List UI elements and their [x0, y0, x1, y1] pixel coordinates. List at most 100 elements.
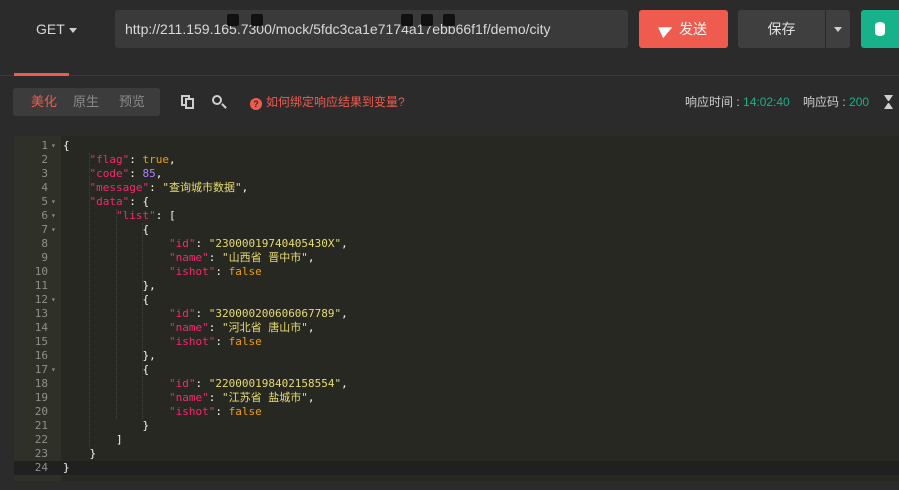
line-number: 18: [34, 377, 48, 390]
code-token: ,: [155, 167, 163, 180]
code-text: "name": "河北省 唐山市",: [63, 321, 315, 335]
redaction-mark: [421, 14, 433, 26]
response-time: 响应时间 : 14:02:40: [685, 94, 790, 110]
code-line: 3 "code": 85,: [14, 167, 899, 181]
fold-toggle-icon[interactable]: ▾: [51, 139, 56, 153]
code-line: 2 "flag": true,: [14, 153, 899, 167]
code-token: "data": [89, 195, 130, 208]
paper-plane-icon: [658, 22, 675, 39]
help-text: 如何绑定响应结果到变量?: [266, 95, 405, 109]
code-token: ,: [169, 153, 176, 166]
method-label: GET: [36, 21, 65, 37]
view-mode-switch: 美化 原生 预览: [13, 88, 160, 116]
code-text: {: [63, 139, 70, 153]
line-number: 15: [34, 335, 48, 348]
code-token: 85: [142, 167, 156, 180]
line-number: 3: [41, 167, 48, 180]
response-editor[interactable]: 1 ▾{2 "flag": true, 3 "code": 85, 4 "messag…: [14, 136, 899, 481]
view-mode-raw[interactable]: 原生: [65, 88, 107, 116]
line-number: 2: [41, 153, 48, 166]
line-number: 11: [34, 279, 48, 292]
question-icon: ?: [250, 98, 262, 110]
code-token: "江苏省 盐城市": [221, 391, 308, 404]
hourglass-top: [884, 95, 893, 101]
code-line: 15 "ishot": false: [14, 335, 899, 349]
code-line: 10 "ishot": false: [14, 265, 899, 279]
code-line: 13 "id": "320000200606067789",: [14, 307, 899, 321]
code-text: },: [63, 279, 155, 293]
code-token: :: [215, 405, 229, 418]
code-line: 7 ▾ {: [14, 223, 899, 237]
fold-toggle-icon[interactable]: ▾: [51, 293, 56, 307]
view-mode-preview[interactable]: 预览: [107, 88, 157, 116]
redaction-mark: [227, 14, 239, 26]
redaction-mark: [401, 14, 413, 26]
fold-toggle-icon[interactable]: ▾: [51, 223, 56, 237]
save-dropdown-button[interactable]: [826, 10, 850, 48]
line-number: 9: [41, 251, 48, 264]
chevron-down-icon: [68, 27, 77, 33]
line-number: 1: [41, 139, 48, 152]
code-token: :: [195, 237, 209, 250]
code-token: false: [228, 335, 262, 348]
response-code-label: 响应码 :: [803, 95, 850, 109]
code-text: "id": "320000200606067789",: [63, 307, 348, 321]
fold-toggle-icon[interactable]: ▾: [51, 363, 56, 377]
code-line: 1 ▾ {: [14, 139, 899, 153]
code-text: "name": "山西省 晋中市",: [63, 251, 315, 265]
database-button[interactable]: [861, 10, 899, 48]
fold-toggle-icon[interactable]: ▾: [51, 209, 56, 223]
save-button[interactable]: 保存: [738, 10, 825, 48]
fold-toggle-icon[interactable]: ▾: [51, 195, 56, 209]
code-token: "flag": [89, 153, 130, 166]
code-text: {: [63, 363, 149, 377]
hourglass-bottom: [884, 103, 893, 109]
code-token: :: [208, 321, 222, 334]
search-icon[interactable]: [211, 94, 227, 110]
code-token: "list": [115, 209, 156, 222]
copy-icon[interactable]: [181, 95, 195, 109]
response-time-label: 响应时间 :: [685, 95, 744, 109]
code-line: 22 ]: [14, 433, 899, 447]
code-token: }: [63, 447, 97, 460]
code-line: 14 "name": "河北省 唐山市",: [14, 321, 899, 335]
code-token: ,: [341, 307, 348, 320]
code-line: 5 ▾ "data": {: [14, 195, 899, 209]
bind-variables-help-link[interactable]: ? 如何绑定响应结果到变量?: [250, 94, 405, 110]
method-select[interactable]: GET: [36, 12, 98, 46]
hourglass-icon: [884, 95, 893, 109]
active-tab-indicator: [14, 73, 69, 76]
code-token: :: [149, 181, 163, 194]
code-text: },: [63, 349, 155, 363]
code-line: 19 "name": "江苏省 盐城市",: [14, 391, 899, 405]
line-number: 19: [34, 391, 48, 404]
code-text: "id": "220000198402158554",: [63, 377, 348, 391]
line-number: 4: [41, 181, 48, 194]
code-line: 21 }: [14, 419, 899, 433]
code-token: :: [129, 167, 143, 180]
code-token: "220000198402158554": [208, 377, 342, 390]
code-token: }: [63, 419, 150, 432]
code-text: }: [63, 461, 70, 475]
code-line: 17 ▾ {: [14, 363, 899, 377]
line-number: 24: [34, 461, 48, 474]
send-button[interactable]: 发送: [639, 10, 728, 48]
code-text: }: [63, 419, 149, 433]
code-text: }: [63, 447, 96, 461]
line-number: 5: [41, 195, 48, 208]
code-token: "320000200606067789": [208, 307, 342, 320]
url-input[interactable]: http://211.159.165.7300/mock/5fdc3ca1e71…: [115, 10, 628, 48]
code-line: 6 ▾ "list": [: [14, 209, 899, 223]
code-token: "name": [168, 321, 209, 334]
code-token: "code": [89, 167, 130, 180]
code-token: :: [215, 335, 229, 348]
view-mode-pretty[interactable]: 美化: [23, 88, 65, 116]
